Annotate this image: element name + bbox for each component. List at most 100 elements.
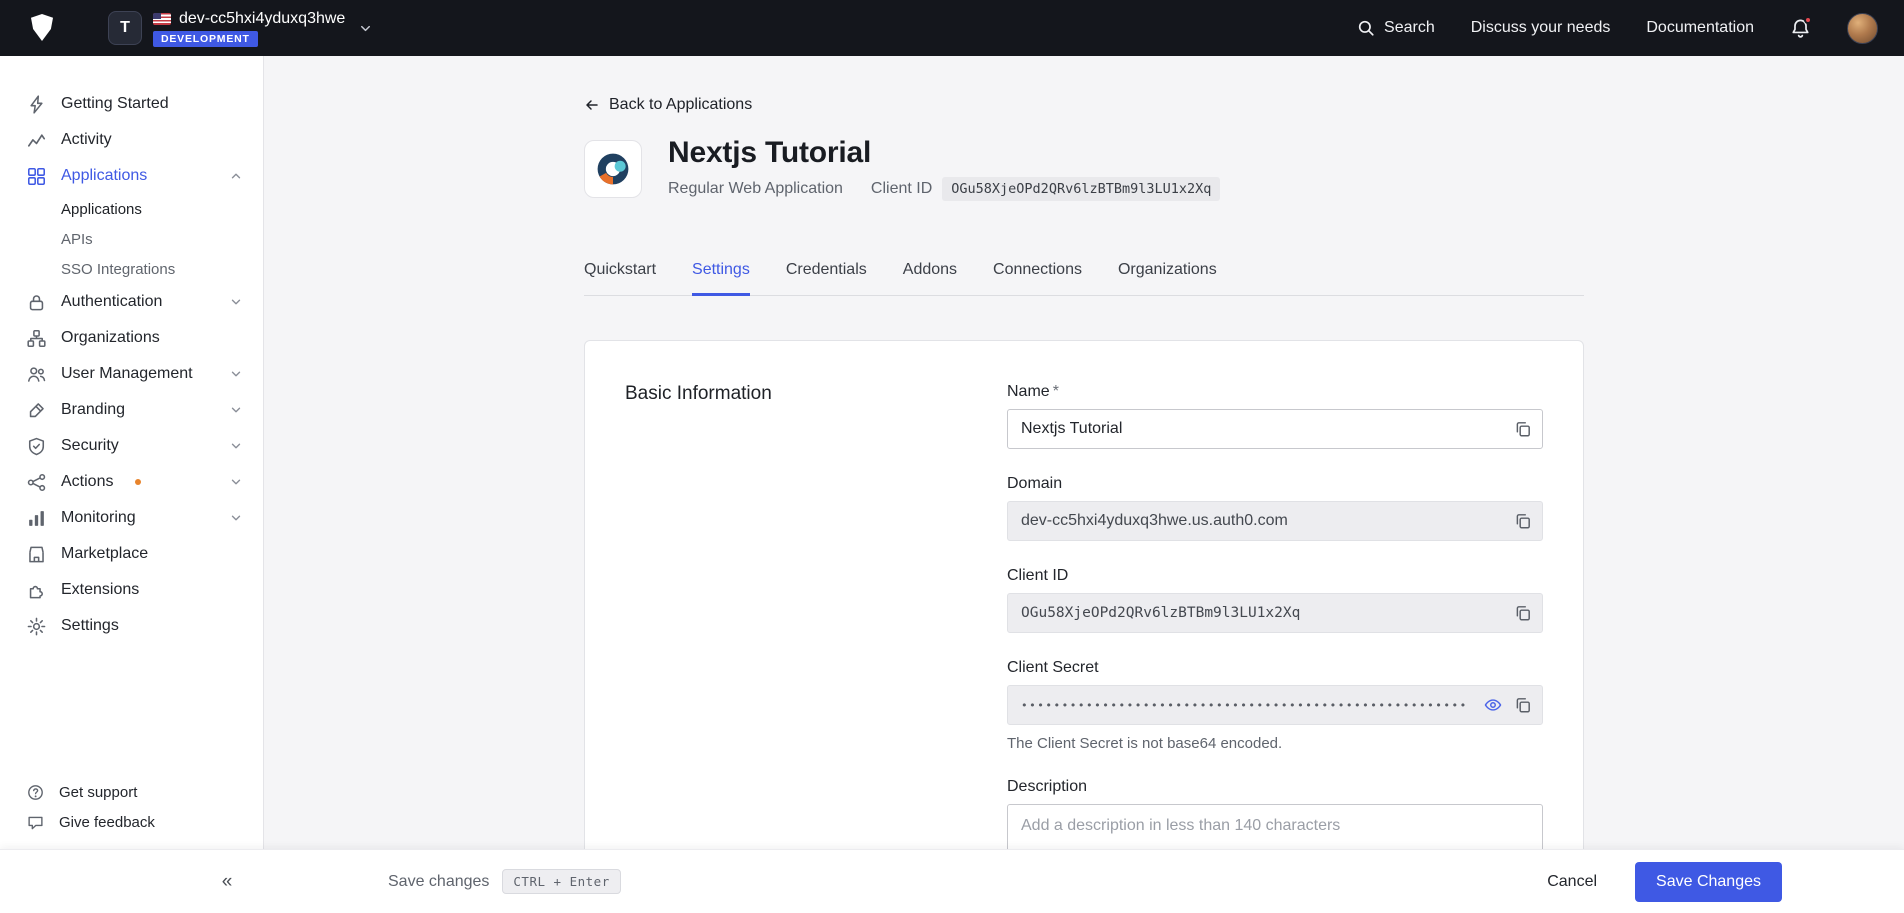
sidebar-collapse-button[interactable]: « (212, 867, 242, 897)
sidebar-subitem-sso-integrations[interactable]: SSO Integrations (0, 254, 263, 284)
chevron-down-icon (229, 511, 243, 525)
application-logo (584, 140, 642, 198)
sidebar-subitem-apis[interactable]: APIs (0, 224, 263, 254)
save-changes-button[interactable]: Save Changes (1635, 862, 1782, 902)
copy-icon[interactable] (1514, 696, 1532, 714)
description-label: Description (1007, 778, 1543, 796)
flow-icon (27, 473, 46, 492)
name-input[interactable] (1007, 409, 1543, 449)
sidebar-item-security[interactable]: Security (0, 428, 263, 464)
description-field: Description (1007, 778, 1543, 849)
puzzle-icon (27, 581, 46, 600)
gear-icon (27, 617, 46, 636)
tab-settings[interactable]: Settings (692, 261, 750, 296)
sidebar-item-organizations[interactable]: Organizations (0, 320, 263, 356)
reveal-secret-eye-icon[interactable] (1484, 696, 1502, 714)
sidebar: Getting Started Activity Applications Ap… (0, 56, 264, 849)
client-id-label: Client ID (871, 180, 932, 198)
tab-connections[interactable]: Connections (993, 261, 1082, 296)
sidebar-item-monitoring[interactable]: Monitoring (0, 500, 263, 536)
us-flag-icon (153, 13, 171, 25)
documentation-link[interactable]: Documentation (1646, 19, 1754, 37)
organization-icon (27, 329, 46, 348)
give-feedback-link[interactable]: Give feedback (0, 807, 263, 837)
application-type: Regular Web Application (668, 180, 843, 198)
chevron-down-icon (229, 403, 243, 417)
section-heading: Basic Information (625, 383, 967, 849)
user-avatar[interactable] (1847, 13, 1878, 44)
tab-addons[interactable]: Addons (903, 261, 957, 296)
auth0-dashboard: T dev-cc5hxi4yduxq3hwe DEVELOPMENT Searc… (0, 0, 1904, 913)
domain-input[interactable] (1007, 501, 1543, 541)
shield-icon (27, 437, 46, 456)
help-circle-icon (27, 784, 44, 801)
actions-new-dot (135, 479, 141, 485)
tab-quickstart[interactable]: Quickstart (584, 261, 656, 296)
tenant-name: dev-cc5hxi4yduxq3hwe (179, 10, 345, 28)
get-support-link[interactable]: Get support (0, 777, 263, 807)
notification-dot (1804, 16, 1812, 24)
discuss-your-needs-link[interactable]: Discuss your needs (1471, 19, 1611, 37)
name-field: Name* (1007, 383, 1543, 449)
arrow-left-icon (584, 97, 600, 113)
tenant-switcher[interactable]: T dev-cc5hxi4yduxq3hwe DEVELOPMENT (108, 10, 373, 47)
client-id-field: Client ID (1007, 567, 1543, 633)
search-label: Search (1384, 19, 1435, 37)
sidebar-item-applications[interactable]: Applications (0, 158, 263, 194)
bar-chart-icon (27, 509, 46, 528)
topbar: T dev-cc5hxi4yduxq3hwe DEVELOPMENT Searc… (0, 0, 1904, 56)
app-header: Nextjs Tutorial Regular Web Application … (584, 136, 1584, 201)
auth0-logo[interactable] (26, 12, 58, 44)
sidebar-item-extensions[interactable]: Extensions (0, 572, 263, 608)
client-id-chip[interactable]: OGu58XjeOPd2QRv6lzBTBm9l3LU1x2Xq (942, 177, 1220, 201)
name-label: Name* (1007, 383, 1543, 401)
lock-icon (27, 293, 46, 312)
sidebar-item-getting-started[interactable]: Getting Started (0, 86, 263, 122)
environment-badge: DEVELOPMENT (153, 31, 258, 47)
tab-credentials[interactable]: Credentials (786, 261, 867, 296)
app-logo-icon (591, 147, 635, 191)
client-id-input[interactable] (1007, 593, 1543, 633)
lightning-icon (27, 95, 46, 114)
sidebar-item-branding[interactable]: Branding (0, 392, 263, 428)
copy-icon[interactable] (1514, 420, 1532, 438)
client-secret-input[interactable] (1007, 685, 1543, 725)
users-icon (27, 365, 46, 384)
applications-grid-icon (27, 167, 46, 186)
chevron-up-icon (229, 169, 243, 183)
client-secret-field: Client Secret The Client Secret is not b… (1007, 659, 1543, 752)
tab-organizations[interactable]: Organizations (1118, 261, 1217, 296)
chevron-down-icon (229, 439, 243, 453)
chat-bubble-icon (27, 814, 44, 831)
storefront-icon (27, 545, 46, 564)
sidebar-subitem-applications[interactable]: Applications (0, 194, 263, 224)
description-textarea[interactable] (1007, 804, 1543, 849)
sidebar-item-settings[interactable]: Settings (0, 608, 263, 644)
chevron-down-icon (229, 475, 243, 489)
sidebar-item-user-management[interactable]: User Management (0, 356, 263, 392)
copy-icon[interactable] (1514, 604, 1532, 622)
chevron-down-icon (358, 21, 373, 36)
back-to-applications-link[interactable]: Back to Applications (584, 96, 752, 114)
save-changes-hint: Save changes (388, 873, 489, 891)
search-icon (1357, 19, 1375, 37)
chevron-down-icon (229, 367, 243, 381)
sidebar-item-marketplace[interactable]: Marketplace (0, 536, 263, 572)
sidebar-item-actions[interactable]: Actions (0, 464, 263, 500)
client-id-field-label: Client ID (1007, 567, 1543, 585)
chevron-down-icon (229, 295, 243, 309)
sidebar-item-activity[interactable]: Activity (0, 122, 263, 158)
keyboard-shortcut-badge: CTRL + Enter (502, 869, 620, 894)
basic-information-card: Basic Information Name* (584, 340, 1584, 849)
tenant-avatar: T (108, 11, 142, 45)
sidebar-item-authentication[interactable]: Authentication (0, 284, 263, 320)
search-button[interactable]: Search (1357, 19, 1435, 37)
client-secret-helper-text: The Client Secret is not base64 encoded. (1007, 735, 1543, 752)
bottom-action-bar: « Save changes CTRL + Enter Cancel Save … (0, 849, 1904, 913)
paintbrush-icon (27, 401, 46, 420)
notifications-bell[interactable] (1790, 18, 1811, 39)
page-title: Nextjs Tutorial (668, 136, 1220, 170)
activity-icon (27, 131, 46, 150)
copy-icon[interactable] (1514, 512, 1532, 530)
cancel-button[interactable]: Cancel (1547, 873, 1597, 891)
